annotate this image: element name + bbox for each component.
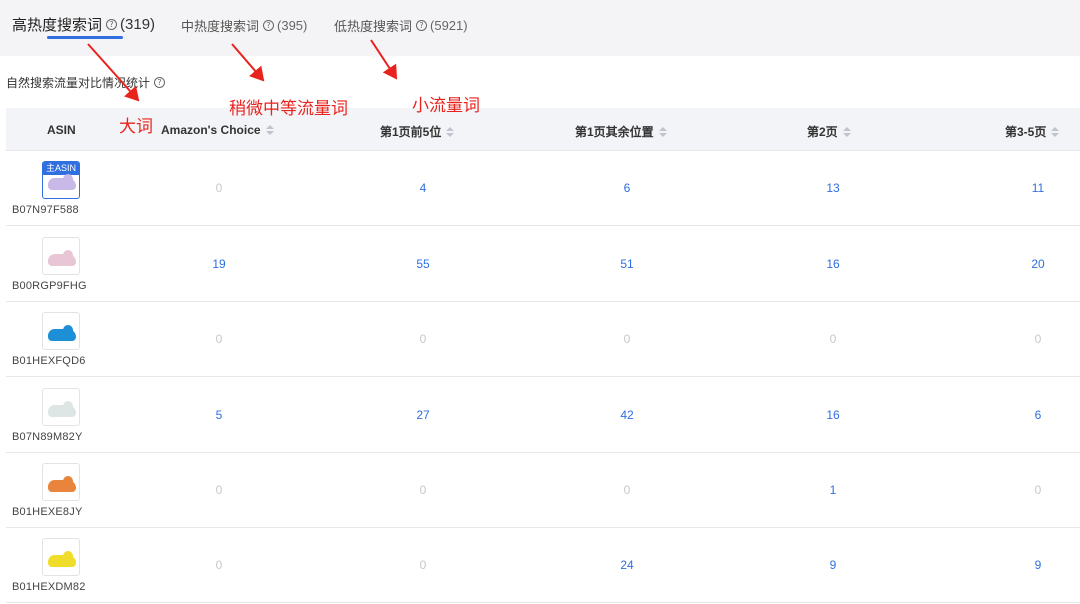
asin-code[interactable]: B01HEXFQD6 [12, 355, 110, 367]
tab-count: (319) [120, 16, 156, 33]
column-header-page1-top5[interactable]: 第1页前5位 [380, 123, 455, 140]
value-page1-top5[interactable]: 0 [393, 483, 453, 497]
value-page3-5[interactable]: 0 [1008, 332, 1068, 346]
column-header-page2[interactable]: 第2页 [807, 123, 851, 140]
value-page2[interactable]: 16 [803, 408, 863, 422]
table-row: B01HEXFQD6 0 0 0 0 0 [6, 302, 1080, 377]
annotation-big-words: 大词 [119, 117, 153, 137]
value-page1-top5[interactable]: 4 [393, 181, 453, 195]
value-amazons-choice[interactable]: 0 [189, 483, 249, 497]
column-header-label: 第1页其余位置 [575, 125, 654, 139]
product-thumbnail[interactable] [42, 463, 80, 501]
tab-medium-heat[interactable]: 中热度搜索词 ? (395) [181, 16, 307, 35]
help-icon[interactable]: ? [106, 19, 118, 30]
column-header-label: 第3-5页 [1005, 125, 1047, 139]
column-header-label: 第1页前5位 [380, 125, 442, 139]
value-page1-rest[interactable]: 0 [597, 332, 657, 346]
tab-count: (5921) [430, 18, 468, 33]
help-icon[interactable]: ? [263, 20, 275, 31]
table-row: B01HEXDM82 0 0 24 9 9 [6, 528, 1080, 603]
shoe-image [48, 401, 76, 417]
shoe-image [48, 250, 76, 266]
table-row: B07N89M82Y 5 27 42 16 6 [6, 378, 1080, 453]
product-thumbnail[interactable] [42, 388, 80, 426]
shoe-image [48, 476, 76, 492]
sort-icon[interactable] [446, 126, 455, 137]
main-asin-badge: 主ASIN [43, 162, 79, 175]
table-header: ASIN Amazon's Choice 第1页前5位 第1页其余位置 第2页 … [6, 108, 1080, 151]
value-page1-top5[interactable]: 0 [393, 558, 453, 572]
product-thumbnail[interactable] [42, 312, 80, 350]
value-page3-5[interactable]: 20 [1008, 257, 1068, 271]
annotation-small-words: 小流量词 [412, 96, 480, 116]
value-page3-5[interactable]: 11 [1008, 181, 1068, 195]
tab-label: 高热度搜索词 [12, 17, 103, 34]
value-page2[interactable]: 16 [803, 257, 863, 271]
product-thumbnail[interactable] [42, 237, 80, 275]
value-page1-rest[interactable]: 42 [597, 408, 657, 422]
asin-code[interactable]: B01HEXDM82 [12, 581, 110, 593]
shoe-image [48, 551, 76, 567]
asin-code[interactable]: B07N97F588 [12, 204, 110, 216]
asin-code[interactable]: B07N89M82Y [12, 431, 110, 443]
value-page1-top5[interactable]: 27 [393, 408, 453, 422]
value-page2[interactable]: 0 [803, 332, 863, 346]
section-title-text: 自然搜索流量对比情况统计 [6, 76, 151, 90]
annotation-medium-words: 稍微中等流量词 [229, 99, 348, 119]
value-page2[interactable]: 13 [803, 181, 863, 195]
asin-code[interactable]: B01HEXE8JY [12, 506, 110, 518]
sort-icon[interactable] [265, 125, 274, 135]
value-amazons-choice[interactable]: 19 [189, 257, 249, 271]
value-page1-top5[interactable]: 0 [393, 332, 453, 346]
tab-label: 中热度搜索词 [181, 19, 260, 34]
column-header-amazons-choice[interactable]: Amazon's Choice [161, 123, 274, 137]
column-header-page1-rest[interactable]: 第1页其余位置 [575, 123, 667, 140]
value-page1-rest[interactable]: 0 [597, 483, 657, 497]
section-title: 自然搜索流量对比情况统计 ? [6, 74, 166, 91]
value-page3-5[interactable]: 6 [1008, 408, 1068, 422]
shoe-image [48, 174, 76, 190]
tabs-bar: 高热度搜索词 ? (319) 中热度搜索词 ? (395) 低热度搜索词 ? (… [0, 0, 1080, 56]
value-amazons-choice[interactable]: 5 [189, 408, 249, 422]
asin-code[interactable]: B00RGP9FHG [12, 280, 110, 292]
value-page1-rest[interactable]: 24 [597, 558, 657, 572]
column-header-label: Amazon's Choice [161, 123, 261, 137]
tab-label: 低热度搜索词 [334, 19, 413, 34]
column-header-label: ASIN [47, 123, 76, 137]
value-amazons-choice[interactable]: 0 [189, 332, 249, 346]
table-row: 主ASIN B07N97F588 0 4 6 13 11 [6, 151, 1080, 226]
table-row: B01HEXE8JY 0 0 0 1 0 [6, 453, 1080, 528]
value-amazons-choice[interactable]: 0 [189, 181, 249, 195]
table-row: B00RGP9FHG 19 55 51 16 20 [6, 227, 1080, 302]
column-header-page3-5[interactable]: 第3-5页 [1005, 123, 1060, 140]
sort-icon[interactable] [842, 126, 851, 137]
value-page3-5[interactable]: 0 [1008, 483, 1068, 497]
value-amazons-choice[interactable]: 0 [189, 558, 249, 572]
value-page1-rest[interactable]: 6 [597, 181, 657, 195]
sort-icon[interactable] [1051, 126, 1060, 137]
value-page3-5[interactable]: 9 [1008, 558, 1068, 572]
column-header-asin: ASIN [47, 123, 76, 137]
tab-low-heat[interactable]: 低热度搜索词 ? (5921) [334, 16, 468, 35]
shoe-image [48, 325, 76, 341]
value-page2[interactable]: 1 [803, 483, 863, 497]
help-icon[interactable]: ? [416, 20, 428, 31]
column-header-label: 第2页 [807, 125, 838, 139]
value-page1-rest[interactable]: 51 [597, 257, 657, 271]
sort-icon[interactable] [658, 126, 667, 137]
tab-high-heat[interactable]: 高热度搜索词 ? (319) [12, 14, 155, 35]
product-thumbnail[interactable] [42, 538, 80, 576]
active-tab-indicator [47, 36, 123, 39]
value-page2[interactable]: 9 [803, 558, 863, 572]
tab-count: (395) [277, 18, 308, 33]
help-icon[interactable]: ? [154, 77, 166, 88]
product-thumbnail[interactable]: 主ASIN [42, 161, 80, 199]
value-page1-top5[interactable]: 55 [393, 257, 453, 271]
